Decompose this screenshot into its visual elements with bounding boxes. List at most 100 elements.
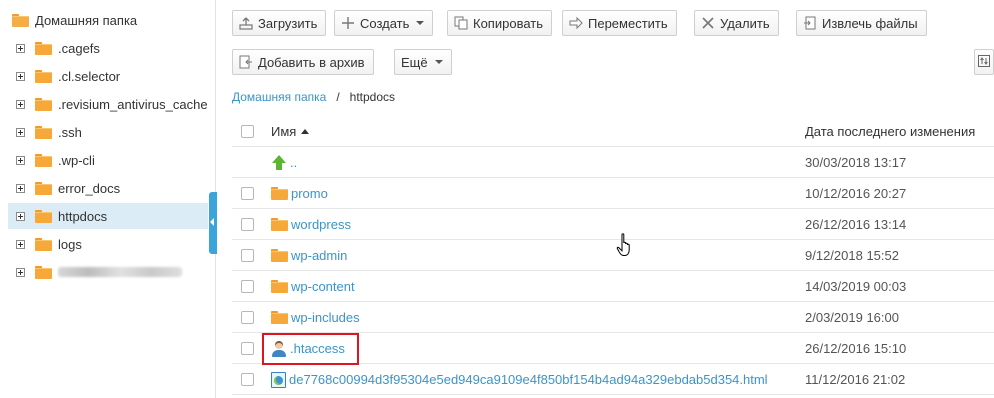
folder-icon [271, 249, 288, 262]
modified-date: 2/03/2019 16:00 [805, 310, 899, 325]
select-all-checkbox[interactable] [241, 125, 254, 138]
tree-root-home[interactable]: Домашняя папка [12, 10, 137, 30]
upload-label: Загрузить [258, 15, 318, 31]
extract-icon [803, 16, 817, 30]
tree-item-httpdocs[interactable]: httpdocs [8, 203, 208, 229]
file-name-cell: promo [271, 178, 328, 209]
folder-icon [271, 311, 288, 324]
expand-icon[interactable] [16, 211, 25, 221]
tree-item-cagefs[interactable]: .cagefs [8, 35, 208, 61]
breadcrumb-home-link[interactable]: Домашняя папка [232, 90, 326, 104]
file-name-link[interactable]: wordpress [291, 217, 351, 232]
folder-icon [35, 265, 52, 279]
copy-button[interactable]: Копировать [447, 10, 552, 36]
folder-tree-sidebar: Домашняя папка .cagefs .cl.selector .rev… [0, 0, 217, 398]
file-name-cell: wordpress [271, 209, 351, 240]
folder-icon [35, 153, 52, 167]
tree-item-redacted[interactable] [8, 259, 208, 285]
breadcrumb-separator: / [336, 90, 340, 104]
add-to-archive-button[interactable]: Добавить в архив [232, 49, 374, 75]
move-label: Переместить [588, 15, 668, 31]
expand-icon[interactable] [16, 183, 25, 193]
folder-icon [35, 181, 52, 195]
column-header-name[interactable]: Имя [271, 116, 310, 147]
folder-icon [35, 125, 52, 139]
table-row[interactable]: promo 10/12/2016 20:27 [232, 178, 994, 209]
row-checkbox[interactable] [241, 373, 254, 386]
tree-item-label: error_docs [58, 180, 121, 196]
expand-icon[interactable] [16, 99, 25, 109]
html-file-icon [271, 371, 286, 388]
expand-icon[interactable] [16, 71, 25, 81]
tree-item-label: .ssh [58, 124, 82, 140]
file-name-link[interactable]: wp-admin [291, 248, 347, 263]
upload-icon [239, 16, 253, 30]
file-name-link[interactable]: promo [291, 186, 328, 201]
row-checkbox[interactable] [241, 187, 254, 200]
modified-date: 30/03/2018 13:17 [805, 155, 907, 170]
tree-root-label: Домашняя папка [35, 12, 138, 28]
table-row[interactable]: wp-admin 9/12/2018 15:52 [232, 240, 994, 271]
expand-icon[interactable] [16, 239, 25, 249]
expand-icon[interactable] [16, 43, 25, 53]
move-button[interactable]: Переместить [562, 10, 677, 36]
column-settings-button[interactable] [974, 49, 994, 75]
create-button[interactable]: Создать [334, 10, 434, 36]
tree-item-cl-selector[interactable]: .cl.selector [8, 63, 208, 89]
expand-icon[interactable] [16, 267, 25, 277]
expand-icon[interactable] [16, 127, 25, 137]
row-checkbox[interactable] [241, 342, 254, 355]
folder-icon [35, 41, 52, 55]
file-name-link[interactable]: wp-includes [291, 310, 360, 325]
close-icon [701, 16, 715, 30]
tree-item-error-docs[interactable]: error_docs [8, 175, 208, 201]
extract-button[interactable]: Извлечь файлы [796, 10, 927, 36]
chevron-down-icon [434, 60, 443, 64]
file-name-link[interactable]: wp-content [291, 279, 355, 294]
tree-item-wp-cli[interactable]: .wp-cli [8, 147, 208, 173]
modified-date: 26/12/2016 13:14 [805, 217, 907, 232]
sort-ascending-icon [301, 129, 310, 134]
tree-item-revisium-antivirus-cache[interactable]: .revisium_antivirus_cache [8, 91, 208, 117]
file-name-cell: wp-admin [271, 240, 347, 271]
tree-item-label: .revisium_antivirus_cache [58, 96, 208, 112]
folder-icon [35, 237, 52, 251]
file-name-link[interactable]: de7768c00994d3f95304e5ed949ca9109e4f850b… [289, 372, 768, 387]
delete-label: Удалить [720, 15, 770, 31]
tree-item-label: .cl.selector [58, 68, 121, 84]
row-checkbox[interactable] [241, 311, 254, 324]
parent-dir-icon [271, 154, 287, 171]
redacted-label [58, 267, 182, 277]
row-checkbox[interactable] [241, 218, 254, 231]
row-checkbox[interactable] [241, 249, 254, 262]
table-row[interactable]: de7768c00994d3f95304e5ed949ca9109e4f850b… [232, 364, 994, 395]
extract-label: Извлечь файлы [822, 15, 918, 31]
tree-item-label: .cagefs [58, 40, 100, 56]
expand-icon[interactable] [16, 155, 25, 165]
sidebar-collapse-handle[interactable] [209, 192, 217, 254]
chevron-down-icon [416, 21, 425, 25]
copy-label: Копировать [473, 15, 543, 31]
table-row[interactable]: wp-content 14/03/2019 00:03 [232, 271, 994, 302]
copy-icon [454, 16, 468, 30]
folder-icon [271, 187, 288, 200]
tree-item-ssh[interactable]: .ssh [8, 119, 208, 145]
table-row[interactable]: wordpress 26/12/2016 13:14 [232, 209, 994, 240]
delete-button[interactable]: Удалить [694, 10, 779, 36]
more-button[interactable]: Ещё [394, 49, 452, 75]
file-name-cell: de7768c00994d3f95304e5ed949ca9109e4f850b… [271, 364, 768, 395]
folder-icon [271, 218, 288, 231]
tree-item-logs[interactable]: logs [8, 231, 208, 257]
modified-date: 10/12/2016 20:27 [805, 186, 907, 201]
column-header-date[interactable]: Дата последнего изменения [805, 116, 975, 147]
folder-icon [35, 209, 52, 223]
upload-button[interactable]: Загрузить [232, 10, 327, 36]
row-checkbox[interactable] [241, 280, 254, 293]
folder-icon [35, 97, 52, 111]
create-label: Создать [360, 15, 410, 31]
file-name-link[interactable]: .. [290, 155, 297, 170]
table-row[interactable]: wp-includes 2/03/2019 16:00 [232, 302, 994, 333]
table-row[interactable]: .. 30/03/2018 13:17 [232, 147, 994, 178]
file-name-cell: .. [271, 147, 297, 178]
table-header: Имя Дата последнего изменения [232, 116, 994, 147]
